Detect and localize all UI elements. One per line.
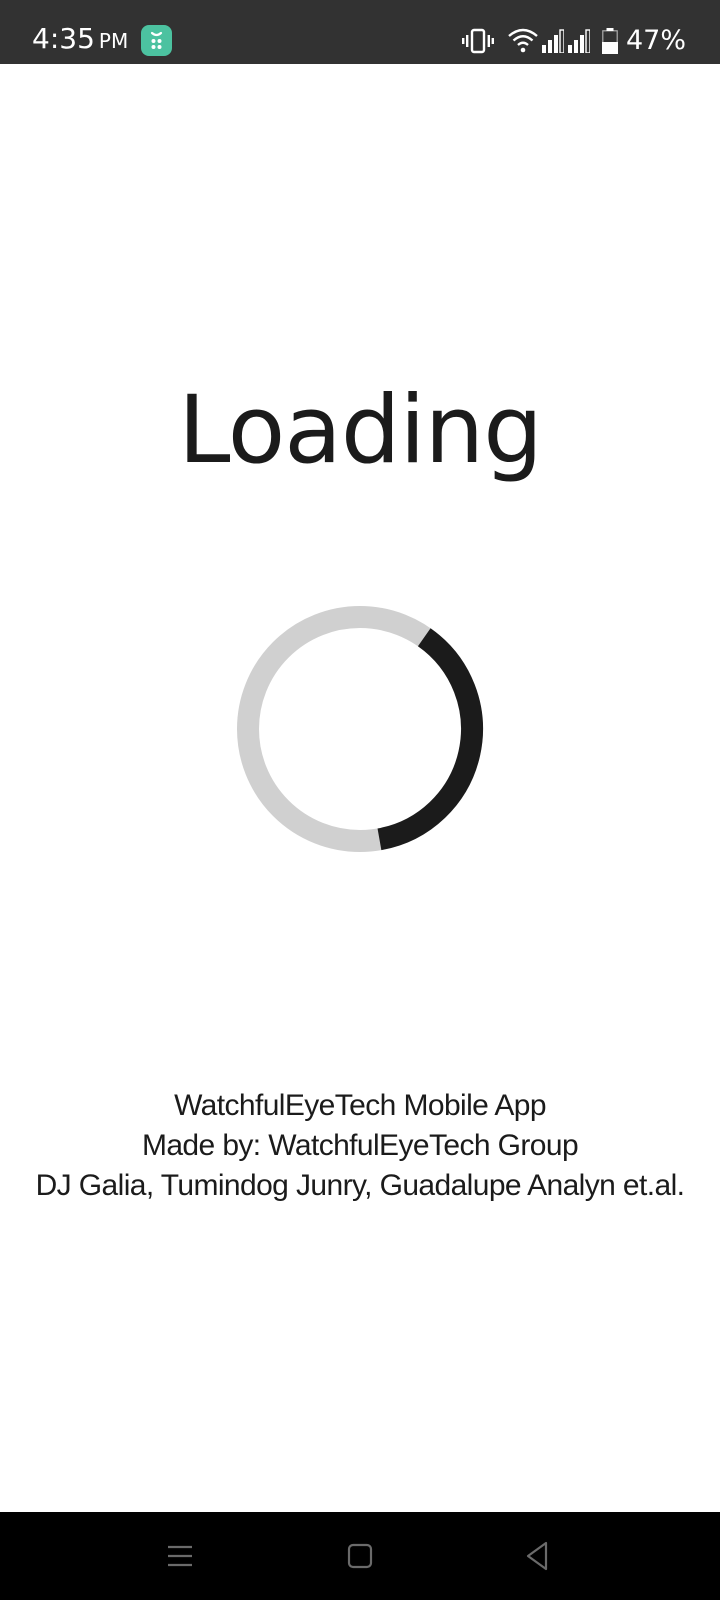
- spinner-arc: [377, 628, 483, 851]
- splash-screen: 4:35 PM 47% Loading WatchfulEyeTech Mobi…: [0, 0, 720, 1600]
- status-icons: 47%: [461, 24, 686, 58]
- vibrate-icon: [461, 27, 494, 55]
- credits-made-by: Made by: WatchfulEyeTech Group: [141, 1129, 579, 1162]
- wifi-icon: [508, 28, 538, 54]
- clock-ampm: PM: [98, 29, 129, 53]
- credits-block: WatchfulEyeTech Mobile App Made by: Watc…: [0, 1086, 720, 1206]
- home-icon[interactable]: [338, 1534, 382, 1578]
- clock-time: 4:35: [32, 22, 95, 55]
- clock: 4:35 PM: [32, 22, 128, 58]
- menu-icon[interactable]: [158, 1534, 202, 1578]
- loading-title: Loading: [178, 376, 543, 485]
- credits-authors: DJ Galia, Tumindog Junry, Guadalupe Anal…: [35, 1169, 685, 1202]
- signal-icon-2: [567, 29, 590, 53]
- battery-percent: 47%: [625, 25, 686, 56]
- status-bar: 4:35 PM 47%: [0, 0, 720, 64]
- back-icon[interactable]: [516, 1534, 560, 1578]
- signal-icon-1: [541, 29, 564, 53]
- navigation-bar: [0, 1512, 720, 1600]
- credits-app-name: WatchfulEyeTech Mobile App: [174, 1089, 546, 1122]
- app-notification-icon: [141, 25, 172, 56]
- loading-spinner: [236, 605, 484, 853]
- battery-icon: [601, 28, 618, 54]
